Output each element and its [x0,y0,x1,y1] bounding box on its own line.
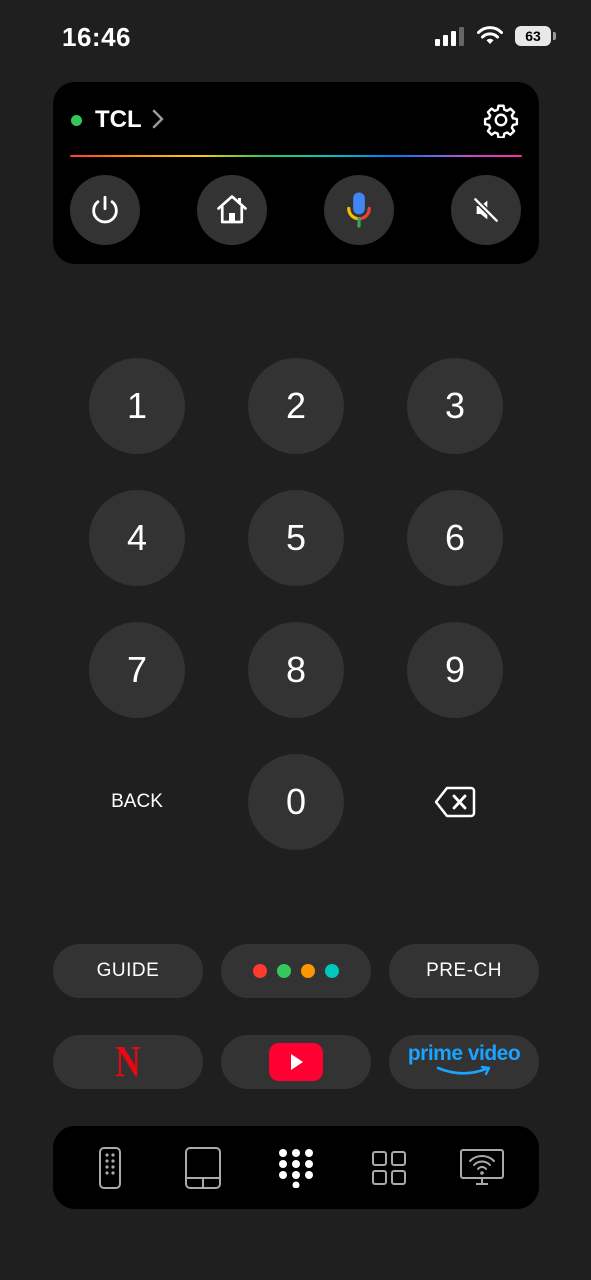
youtube-logo-icon [269,1043,323,1081]
key-6[interactable]: 6 [407,490,503,586]
key-7[interactable]: 7 [89,622,185,718]
prime-video-logo: prime video [407,1042,521,1065]
power-icon [92,195,118,224]
yellow-key-dot [301,964,315,978]
voice-button[interactable] [324,175,394,245]
key-2[interactable]: 2 [248,358,344,454]
key-8[interactable]: 8 [248,622,344,718]
blue-key-dot [325,964,339,978]
cellular-signal-icon [435,27,464,46]
netflix-logo: N [115,1037,141,1086]
gear-icon[interactable] [483,102,519,138]
remote-icon [98,1146,121,1189]
rainbow-divider [70,155,522,157]
wifi-icon [477,26,503,44]
key-0[interactable]: 0 [248,754,344,850]
bottom-nav [53,1126,539,1209]
prime-smile-icon [436,1065,491,1076]
guide-button[interactable]: GUIDE [53,944,203,998]
microphone-icon [347,192,371,228]
nav-keypad[interactable] [266,1138,326,1198]
key-4[interactable]: 4 [89,490,185,586]
green-key-dot [277,964,291,978]
key-9[interactable]: 9 [407,622,503,718]
key-5[interactable]: 5 [248,490,344,586]
home-icon [217,195,247,224]
nav-remote[interactable] [80,1138,140,1198]
battery-indicator: 63 [515,26,556,46]
nav-apps[interactable] [359,1138,419,1198]
key-3[interactable]: 3 [407,358,503,454]
device-card: TCL [53,82,539,264]
pre-ch-button[interactable]: PRE-CH [389,944,539,998]
device-name[interactable]: TCL [95,106,142,134]
back-button[interactable]: BACK [89,754,185,850]
key-1[interactable]: 1 [89,358,185,454]
status-icons: 63 [435,26,556,46]
color-keys-button[interactable] [221,944,371,998]
backspace-icon [434,786,476,818]
connection-status-dot [71,115,82,126]
netflix-button[interactable]: N [53,1035,203,1089]
apps-grid-icon [372,1150,407,1185]
power-button[interactable] [70,175,140,245]
youtube-button[interactable] [221,1035,371,1089]
nav-screen-cast[interactable] [452,1138,512,1198]
keypad-icon [278,1148,313,1188]
home-button[interactable] [197,175,267,245]
screen-cast-icon [460,1148,505,1185]
backspace-button[interactable] [407,754,503,850]
touchpad-icon [184,1146,221,1189]
red-key-dot [253,964,267,978]
status-time: 16:46 [62,22,131,52]
nav-touchpad[interactable] [173,1138,233,1198]
prime-video-button[interactable]: prime video [389,1035,539,1089]
mute-icon [473,197,499,223]
chevron-right-icon[interactable] [151,107,165,131]
mute-button[interactable] [451,175,521,245]
